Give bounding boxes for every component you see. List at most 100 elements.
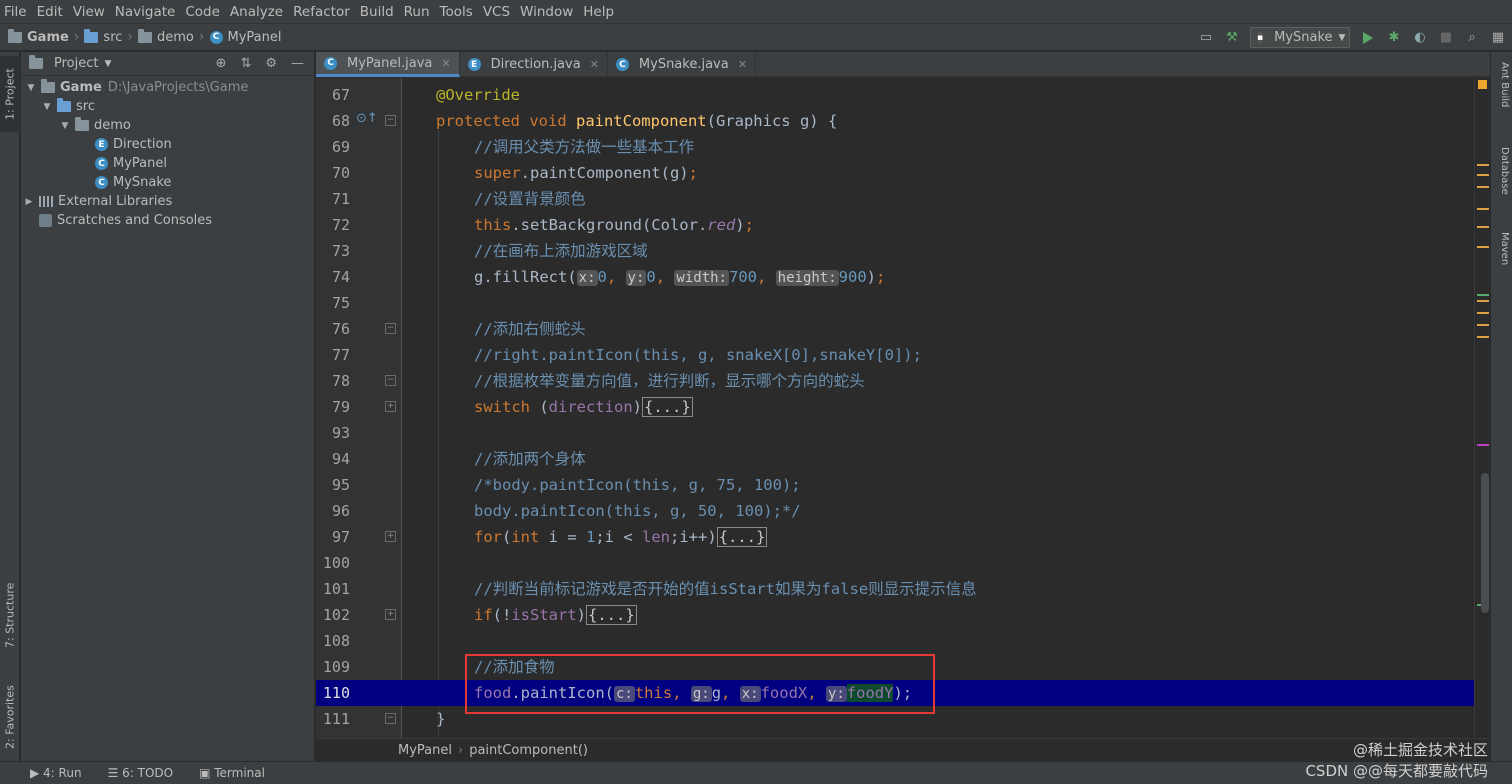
- warning-mark[interactable]: [1477, 324, 1489, 326]
- breadcrumb-file[interactable]: MyPanel: [228, 30, 282, 45]
- code-line[interactable]: 102 + if(!isStart) {...}: [316, 602, 1474, 628]
- menu-item-view[interactable]: View: [68, 4, 110, 20]
- tab-ant-build[interactable]: Ant Build: [1492, 62, 1510, 107]
- expand-down-icon[interactable]: ▼: [41, 102, 53, 112]
- tab-database[interactable]: Database: [1492, 147, 1510, 195]
- minimize-icon[interactable]: —: [291, 56, 304, 71]
- fold-icon[interactable]: −: [385, 115, 396, 126]
- warning-mark[interactable]: [1477, 226, 1489, 228]
- tree-item-package[interactable]: ▼ demo: [21, 116, 314, 135]
- tab-project-tool[interactable]: 1: Project: [0, 56, 20, 132]
- close-icon[interactable]: ✕: [441, 57, 450, 70]
- warning-mark[interactable]: [1477, 174, 1489, 176]
- fold-icon[interactable]: −: [385, 713, 396, 724]
- menu-item-code[interactable]: Code: [180, 4, 225, 20]
- code-line[interactable]: 101 //判断当前标记游戏是否开始的值isStart如果为false则显示提示…: [316, 576, 1474, 602]
- menu-item-help[interactable]: Help: [578, 4, 619, 20]
- gear-icon[interactable]: ⚙: [265, 56, 277, 71]
- folded-block[interactable]: {...}: [642, 397, 693, 417]
- folded-block[interactable]: {...}: [716, 527, 768, 547]
- menu-item-navigate[interactable]: Navigate: [110, 4, 181, 20]
- code-line[interactable]: 69 //调用父类方法做一些基本工作: [316, 134, 1474, 160]
- fold-expand-icon[interactable]: +: [385, 609, 396, 620]
- debug-button[interactable]: ✱: [1386, 30, 1402, 46]
- fold-icon[interactable]: −: [385, 375, 396, 386]
- menu-item-file[interactable]: File: [0, 4, 32, 20]
- tab-maven[interactable]: Maven: [1492, 232, 1510, 265]
- breadcrumb-package[interactable]: demo: [157, 30, 194, 45]
- code-line[interactable]: 75: [316, 290, 1474, 316]
- tab-direction[interactable]: E Direction.java ✕: [460, 52, 608, 77]
- code-line[interactable]: 109 //添加食物: [316, 654, 1474, 680]
- menu-item-window[interactable]: Window: [515, 4, 578, 20]
- fold-expand-icon[interactable]: +: [385, 531, 396, 542]
- warning-mark[interactable]: [1477, 246, 1489, 248]
- code-line-current[interactable]: 110 food.paintIcon(c: this, g: g, x: foodX,…: [316, 680, 1474, 706]
- menu-item-vcs[interactable]: VCS: [478, 4, 515, 20]
- code-line[interactable]: 100: [316, 550, 1474, 576]
- grid-icon[interactable]: ▦: [1490, 30, 1506, 46]
- warning-mark[interactable]: [1477, 208, 1489, 210]
- folded-block[interactable]: {...}: [586, 605, 637, 625]
- menu-item-refactor[interactable]: Refactor: [288, 4, 355, 20]
- stop-button[interactable]: ■: [1438, 30, 1454, 46]
- code-line[interactable]: 95 /*body.paintIcon(this, g, 75, 100);: [316, 472, 1474, 498]
- code-line[interactable]: 74 g.fillRect(x: 0, y: 0, width: 700, heigh…: [316, 264, 1474, 290]
- warning-mark[interactable]: [1477, 164, 1489, 166]
- code-line[interactable]: 68 ⊙↑ − protected void paintComponent(Gr…: [316, 108, 1474, 134]
- tree-item-root[interactable]: ▼ Game D:\JavaProjects\Game: [21, 78, 314, 97]
- menu-item-run[interactable]: Run: [399, 4, 435, 20]
- code-line[interactable]: 94 //添加两个身体: [316, 446, 1474, 472]
- run-button[interactable]: [1360, 30, 1376, 46]
- warning-status-icon[interactable]: [1478, 80, 1487, 89]
- tab-mypanel[interactable]: C MyPanel.java ✕: [316, 52, 460, 77]
- chevron-down-icon[interactable]: ▼: [104, 59, 111, 69]
- tree-item-scratches[interactable]: Scratches and Consoles: [21, 211, 314, 230]
- code-line[interactable]: 71 //设置背景颜色: [316, 186, 1474, 212]
- expand-right-icon[interactable]: ▶: [23, 197, 35, 207]
- code-line[interactable]: 76 − //添加右侧蛇头: [316, 316, 1474, 342]
- override-marker-icon[interactable]: ⊙↑: [356, 111, 378, 126]
- code-line[interactable]: 93: [316, 420, 1474, 446]
- fold-expand-icon[interactable]: +: [385, 401, 396, 412]
- code-line[interactable]: 97 + for(int i = 1;i < len;i++) {...}: [316, 524, 1474, 550]
- scrollbar-thumb[interactable]: [1481, 473, 1489, 613]
- code-line[interactable]: 78 − //根据枚举变量方向值，进行判断，显示哪个方向的蛇头: [316, 368, 1474, 394]
- run-configuration-select[interactable]: ▪ MySnake ▼: [1250, 27, 1350, 48]
- close-icon[interactable]: ✕: [738, 58, 747, 71]
- breadcrumb-project[interactable]: Game: [27, 30, 69, 45]
- code-line[interactable]: 73 //在画布上添加游戏区域: [316, 238, 1474, 264]
- menu-item-analyze[interactable]: Analyze: [225, 4, 288, 20]
- tab-favorites-tool[interactable]: 2: Favorites: [0, 672, 20, 762]
- warning-mark[interactable]: [1477, 336, 1489, 338]
- tree-item-external-libraries[interactable]: ▶ External Libraries: [21, 192, 314, 211]
- code-line[interactable]: 72 this.setBackground(Color.red);: [316, 212, 1474, 238]
- coverage-button[interactable]: ◐: [1412, 30, 1428, 46]
- warning-mark[interactable]: [1477, 300, 1489, 302]
- collapse-icon[interactable]: ⇅: [240, 56, 251, 71]
- tree-item-file[interactable]: E Direction: [21, 135, 314, 154]
- locate-icon[interactable]: ⊕: [216, 56, 227, 71]
- search-icon[interactable]: ⌕: [1464, 30, 1480, 46]
- code-line[interactable]: 70 super.paintComponent(g);: [316, 160, 1474, 186]
- fold-icon[interactable]: −: [385, 323, 396, 334]
- usage-mark[interactable]: [1477, 444, 1489, 446]
- warning-mark[interactable]: [1477, 312, 1489, 314]
- breadcrumb-method[interactable]: paintComponent(): [469, 743, 588, 758]
- project-panel-title[interactable]: Project: [54, 56, 98, 71]
- tree-item-src[interactable]: ▼ src: [21, 97, 314, 116]
- tab-structure-tool[interactable]: 7: Structure: [0, 572, 20, 658]
- code-line[interactable]: 67 @Override: [316, 82, 1474, 108]
- window-icon[interactable]: ▭: [1198, 30, 1214, 46]
- todo-tool-button[interactable]: ☰ 6: TODO: [108, 766, 174, 780]
- code-line[interactable]: 79 + switch (direction) {...}: [316, 394, 1474, 420]
- terminal-tool-button[interactable]: ▣ Terminal: [199, 766, 265, 780]
- breadcrumb-class[interactable]: MyPanel: [398, 743, 452, 758]
- expand-down-icon[interactable]: ▼: [25, 83, 37, 93]
- breadcrumb-src[interactable]: src: [103, 30, 122, 45]
- warning-mark[interactable]: [1477, 186, 1489, 188]
- tree-item-file[interactable]: C MySnake: [21, 173, 314, 192]
- change-mark[interactable]: [1477, 294, 1489, 296]
- tree-item-file[interactable]: C MyPanel: [21, 154, 314, 173]
- code-line[interactable]: 96 body.paintIcon(this, g, 50, 100);*/: [316, 498, 1474, 524]
